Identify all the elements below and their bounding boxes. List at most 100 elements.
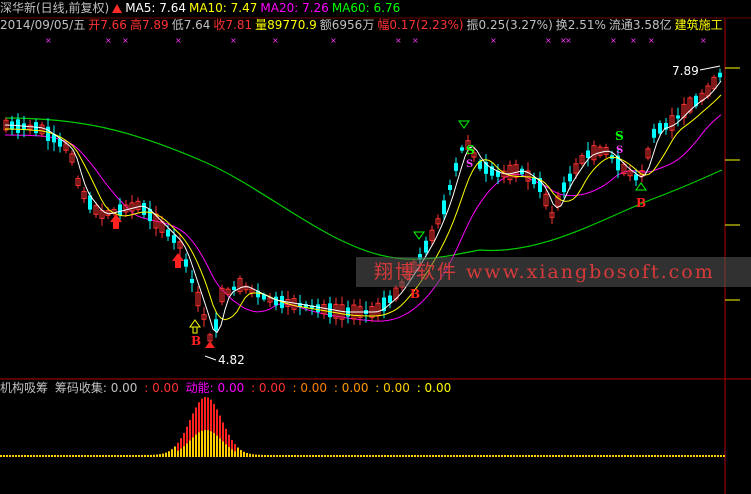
candle-body	[652, 128, 656, 138]
histogram-bar	[429, 455, 431, 457]
histogram-bar	[693, 455, 695, 457]
candle-body	[316, 304, 320, 312]
change-range: 幅0.17(2.23%)	[377, 18, 464, 32]
chip-collection-histogram	[0, 397, 725, 457]
histogram-bar	[351, 455, 353, 457]
candle-body	[460, 147, 464, 151]
histogram-bar	[66, 455, 68, 457]
histogram-bar	[24, 455, 26, 457]
histogram-bar	[72, 455, 74, 457]
histogram-bar-core	[234, 444, 236, 452]
histogram-bar	[486, 455, 488, 457]
histogram-bar-core	[180, 438, 182, 449]
indicator-legend-row: 机构吸筹 筹码收集: 0.00 : 0.00 动能: 0.00 : 0.00 :…	[0, 380, 454, 396]
histogram-bar	[573, 455, 575, 457]
sell-signal-s: S	[615, 129, 624, 143]
histogram-bar	[108, 455, 110, 457]
histogram-bar	[348, 455, 350, 457]
histogram-bar	[267, 454, 269, 457]
momentum-value: 动能: 0.00	[185, 381, 245, 395]
histogram-bar	[711, 455, 713, 457]
histogram-bar	[384, 455, 386, 457]
event-mark: ×	[565, 36, 572, 45]
histogram-bar	[564, 455, 566, 457]
histogram-bar	[261, 454, 263, 457]
histogram-bar	[723, 455, 725, 457]
price-chart[interactable]: × × × × × × × × × × × ×× × × × × 7.89 4.82 B S B S S B …	[0, 0, 751, 494]
histogram-bar	[318, 455, 320, 457]
histogram-bar	[243, 451, 245, 457]
ma20-line	[5, 114, 722, 322]
histogram-bar	[279, 455, 281, 457]
histogram-bar	[63, 455, 65, 457]
histogram-bar	[96, 455, 98, 457]
histogram-bar	[528, 455, 530, 457]
histogram-bar	[81, 455, 83, 457]
histogram-bar	[603, 455, 605, 457]
histogram-bar-core	[231, 439, 233, 450]
histogram-bar	[51, 455, 53, 457]
histogram-bar	[15, 455, 17, 457]
histogram-bar	[501, 455, 503, 457]
turnover-rate: 换2.51%	[555, 18, 606, 32]
histogram-bar	[159, 454, 161, 457]
histogram-bar	[276, 455, 278, 457]
histogram-bar-core	[189, 420, 191, 441]
histogram-bar-core	[210, 399, 212, 432]
histogram-bar	[162, 453, 164, 457]
histogram-bar	[324, 455, 326, 457]
histogram-bar	[114, 455, 116, 457]
histogram-bar	[621, 455, 623, 457]
histogram-bar	[609, 455, 611, 457]
histogram-bar	[525, 455, 527, 457]
histogram-bar	[303, 455, 305, 457]
open-price: 开7.66	[88, 18, 127, 32]
histogram-bar	[42, 455, 44, 457]
histogram-bar	[30, 455, 32, 457]
histogram-bar	[678, 455, 680, 457]
histogram-bar	[531, 455, 533, 457]
sell-arrow-icon	[413, 231, 425, 240]
histogram-bar-core	[201, 398, 203, 431]
histogram-bar	[582, 455, 584, 457]
sector-name: 建筑施工	[674, 18, 723, 32]
sell-signal-s-small: S	[616, 145, 623, 156]
histogram-bar	[687, 455, 689, 457]
event-mark: ×	[330, 36, 337, 45]
histogram-bar	[417, 455, 419, 457]
indicator-name[interactable]: 机构吸筹	[0, 381, 48, 395]
histogram-bar	[405, 455, 407, 457]
event-mark: ×	[395, 36, 402, 45]
histogram-bar	[69, 455, 71, 457]
histogram-bar	[618, 455, 620, 457]
histogram-bar	[360, 455, 362, 457]
histogram-bar	[702, 455, 704, 457]
histogram-bar	[576, 455, 578, 457]
histogram-bar-core	[216, 409, 218, 436]
histogram-bar	[87, 455, 89, 457]
histogram-bar	[138, 454, 140, 457]
candle-body	[634, 174, 638, 181]
histogram-bar	[93, 455, 95, 457]
quote-info-row: 2014/09/05/五 开7.66 高7.89 低7.64 收7.81 量89770.9…	[0, 17, 726, 33]
histogram-bar	[600, 455, 602, 457]
histogram-bar	[495, 455, 497, 457]
candle-body	[184, 259, 188, 267]
histogram-bar	[135, 455, 137, 457]
event-mark: ×	[230, 36, 237, 45]
histogram-bar	[45, 455, 47, 457]
histogram-bar-core	[219, 415, 221, 439]
histogram-bar-core	[183, 432, 185, 447]
buy-signal-b: B	[636, 196, 646, 210]
histogram-bar	[408, 455, 410, 457]
histogram-bar	[18, 455, 20, 457]
histogram-bar	[465, 455, 467, 457]
histogram-bar	[300, 455, 302, 457]
histogram-bar	[153, 454, 155, 457]
histogram-bar	[309, 455, 311, 457]
histogram-bar-core	[225, 428, 227, 445]
histogram-bar	[414, 455, 416, 457]
histogram-bar-core	[204, 397, 206, 431]
histogram-bar	[690, 455, 692, 457]
histogram-bar	[579, 455, 581, 457]
